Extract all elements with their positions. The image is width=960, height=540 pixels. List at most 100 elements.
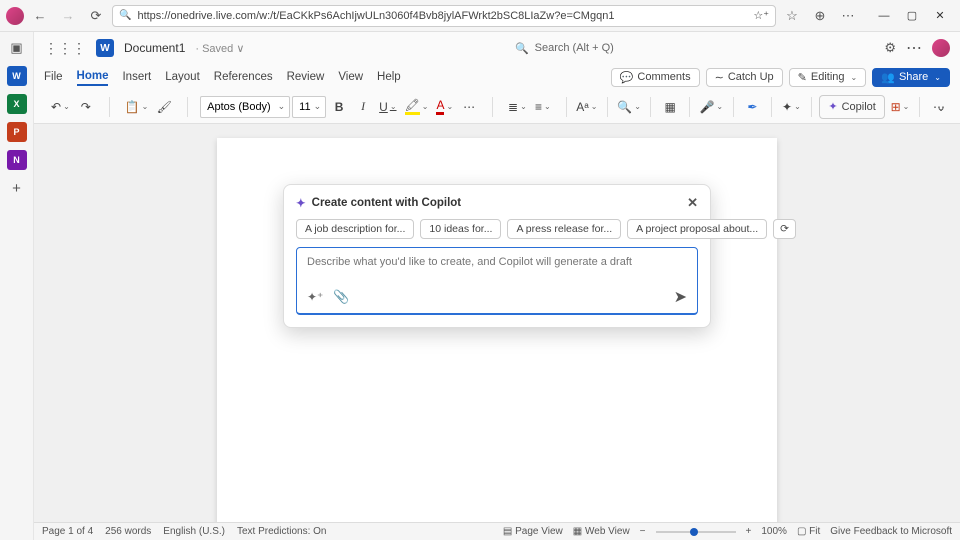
suggestion-chip-press[interactable]: A press release for...	[507, 219, 621, 239]
lock-icon: 🔍	[119, 10, 131, 21]
comments-button[interactable]: 💬Comments	[611, 68, 700, 87]
tab-home[interactable]: Home	[77, 68, 109, 86]
more-icon[interactable]: ⋯	[836, 4, 860, 28]
app-launcher-icon[interactable]: ⋮⋮⋮	[44, 40, 86, 57]
send-icon[interactable]: ➤	[674, 287, 687, 307]
search-box[interactable]: 🔍 Search (Alt + Q)	[515, 42, 614, 55]
title-bar: ⋮⋮⋮ W Document1 · Saved ∨ 🔍 Search (Alt …	[34, 32, 960, 64]
back-button[interactable]: ←	[28, 4, 52, 28]
zoom-out-button[interactable]: −	[640, 526, 646, 537]
settings-icon[interactable]: ⚙	[884, 40, 896, 56]
tab-help[interactable]: Help	[377, 69, 401, 85]
highlight-button[interactable]: 🖍⌄	[402, 95, 432, 119]
refresh-suggestions-button[interactable]: ⟳	[773, 219, 796, 239]
url-text: https://onedrive.live.com/w:/t/EaCKkPs6A…	[137, 10, 614, 22]
zoom-in-button[interactable]: +	[746, 526, 752, 537]
styles-button[interactable]: Aᵃ⌄	[575, 95, 599, 119]
pencil-icon: ✎	[798, 71, 807, 84]
status-bar: Page 1 of 4 256 words English (U.S.) Tex…	[34, 522, 960, 540]
sidebar-powerpoint-icon[interactable]: P	[7, 122, 27, 142]
comment-icon: 💬	[620, 71, 634, 84]
status-words[interactable]: 256 words	[105, 526, 151, 537]
word-app: ⋮⋮⋮ W Document1 · Saved ∨ 🔍 Search (Alt …	[34, 32, 960, 522]
minimize-button[interactable]: —	[870, 4, 898, 28]
forward-button: →	[56, 4, 80, 28]
font-more-button[interactable]: ⋯	[458, 95, 480, 119]
browser-toolbar: ← → ⟳ 🔍 https://onedrive.live.com/w:/t/E…	[0, 0, 960, 32]
sidebar-onenote-icon[interactable]: N	[7, 150, 27, 170]
table-button[interactable]: ▦	[659, 95, 681, 119]
ribbon-collapse-button[interactable]: ⌄	[930, 95, 952, 119]
profile-avatar[interactable]	[6, 7, 24, 25]
sidebar-word-icon[interactable]: W	[7, 66, 27, 86]
font-color-button[interactable]: A⌄	[433, 95, 456, 119]
designer-button[interactable]: ✦⌄	[780, 95, 802, 119]
editor-button[interactable]: ✒	[741, 95, 763, 119]
italic-button[interactable]: I	[352, 95, 374, 119]
fit-button[interactable]: ▢ Fit	[797, 526, 820, 537]
people-icon: 👥	[881, 71, 895, 84]
search-placeholder: Search (Alt + Q)	[535, 42, 614, 54]
tab-layout[interactable]: Layout	[165, 69, 200, 85]
status-predictions[interactable]: Text Predictions: On	[237, 526, 326, 537]
find-button[interactable]: 🔍⌄	[616, 95, 642, 119]
font-family-select[interactable]: Aptos (Body)	[200, 96, 290, 118]
edge-sidebar: ▣ W X P N +	[0, 32, 34, 540]
undo-button[interactable]: ↶⌄	[48, 95, 73, 119]
format-painter-button[interactable]: 🖌	[153, 95, 175, 119]
copilot-sparkle-icon: ✦	[296, 196, 306, 210]
tab-references[interactable]: References	[214, 69, 273, 85]
feedback-link[interactable]: Give Feedback to Microsoft	[830, 526, 952, 537]
copilot-input-area: ✦⁺ 📎 ➤	[296, 247, 698, 315]
sidebar-tab-icon[interactable]: ▣	[7, 38, 27, 58]
tab-file[interactable]: File	[44, 69, 63, 85]
save-status[interactable]: · Saved ∨	[195, 42, 244, 55]
copilot-textarea[interactable]	[307, 256, 687, 274]
attach-icon[interactable]: 📎	[333, 289, 349, 305]
editing-button[interactable]: ✎Editing⌄	[789, 68, 867, 87]
status-page[interactable]: Page 1 of 4	[42, 526, 93, 537]
read-aloud-icon[interactable]: ☆⁺	[753, 9, 769, 22]
ribbon-tabs: File Home Insert Layout References Revie…	[34, 64, 960, 90]
close-icon[interactable]: ✕	[687, 195, 698, 211]
word-icon: W	[96, 39, 114, 57]
suggestion-chip-proposal[interactable]: A project proposal about...	[627, 219, 767, 239]
underline-button[interactable]: U⌄	[376, 95, 399, 119]
copilot-heading: Create content with Copilot	[312, 197, 462, 209]
font-size-select[interactable]: 11	[292, 96, 326, 118]
page-view-button[interactable]: ▤ Page View	[503, 526, 563, 537]
align-button[interactable]: ≡⌄	[532, 95, 554, 119]
sparkle-icon[interactable]: ✦⁺	[307, 290, 323, 304]
bold-button[interactable]: B	[328, 95, 350, 119]
redo-button[interactable]: ↷	[75, 95, 97, 119]
paste-button[interactable]: 📋⌄	[122, 95, 152, 119]
dictate-button[interactable]: 🎤⌄	[698, 95, 724, 119]
maximize-button[interactable]: ▢	[898, 4, 926, 28]
suggestion-chip-ideas[interactable]: 10 ideas for...	[420, 219, 501, 239]
ribbon-toolbar: ↶⌄ ↷ 📋⌄ 🖌 Aptos (Body) 11 B I U⌄ 🖍⌄ A⌄ ⋯…	[34, 90, 960, 124]
catch-up-button[interactable]: ∼Catch Up	[706, 68, 783, 87]
zoom-level[interactable]: 100%	[761, 526, 787, 537]
collections-icon[interactable]: ⊕	[808, 4, 832, 28]
share-button[interactable]: 👥Share⌄	[872, 68, 950, 87]
tab-review[interactable]: Review	[287, 69, 325, 85]
catchup-icon: ∼	[715, 71, 724, 84]
grid-toggle-button[interactable]: ⊞⌄	[889, 95, 911, 119]
close-window-button[interactable]: ✕	[926, 4, 954, 28]
tab-view[interactable]: View	[338, 69, 363, 85]
refresh-button[interactable]: ⟳	[84, 4, 108, 28]
sidebar-excel-icon[interactable]: X	[7, 94, 27, 114]
overflow-icon[interactable]: ⋯	[906, 38, 922, 58]
web-view-button[interactable]: ▦ Web View	[573, 526, 630, 537]
zoom-slider[interactable]	[656, 531, 736, 533]
sidebar-add-icon[interactable]: +	[7, 178, 27, 198]
favorites-icon[interactable]: ☆	[780, 4, 804, 28]
account-avatar[interactable]	[932, 39, 950, 57]
bullets-button[interactable]: ≣⌄	[505, 95, 530, 119]
address-bar[interactable]: 🔍 https://onedrive.live.com/w:/t/EaCKkPs…	[112, 5, 776, 27]
status-language[interactable]: English (U.S.)	[163, 526, 225, 537]
document-name[interactable]: Document1	[124, 41, 185, 55]
suggestion-chip-job[interactable]: A job description for...	[296, 219, 414, 239]
tab-insert[interactable]: Insert	[122, 69, 151, 85]
copilot-button[interactable]: ✦ Copilot	[819, 95, 884, 119]
